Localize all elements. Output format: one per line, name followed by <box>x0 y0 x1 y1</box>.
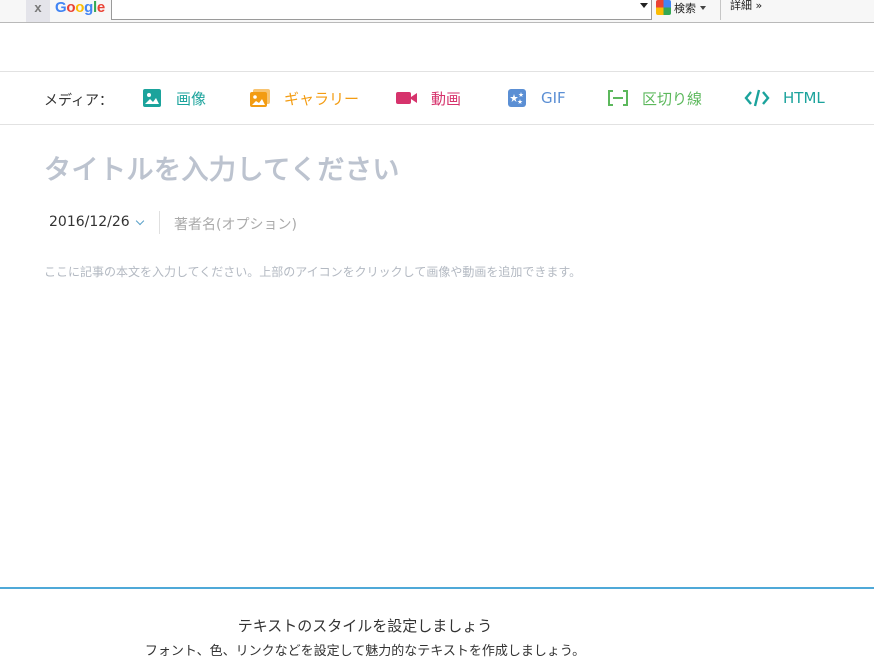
media-image-button[interactable]: 画像 <box>141 87 206 109</box>
media-label: メディア： <box>44 93 114 109</box>
google-search-icon <box>656 0 671 15</box>
top-bar <box>0 23 874 72</box>
close-toolbar-button[interactable]: x <box>26 0 50 22</box>
media-video-button[interactable]: 動画 <box>396 87 461 109</box>
toolbar-divider <box>720 0 721 20</box>
title-input[interactable]: タイトルを入力してください <box>44 148 844 187</box>
logo-letter: o <box>66 0 76 16</box>
logo-letter: g <box>84 0 93 16</box>
media-html-label: HTML <box>783 89 825 107</box>
google-search-input[interactable] <box>112 2 632 20</box>
gif-icon <box>506 87 528 109</box>
logo-letter: e <box>96 0 105 16</box>
media-html-button[interactable]: HTML <box>744 87 825 109</box>
media-video-label: 動画 <box>431 89 462 108</box>
chevron-down-icon[interactable] <box>700 6 706 10</box>
gallery-icon <box>249 87 271 109</box>
media-image-label: 画像 <box>176 89 207 108</box>
detail-button[interactable]: 詳細 » <box>730 0 762 12</box>
logo-letter: o <box>75 0 85 16</box>
chevron-down-icon <box>135 216 144 225</box>
divider-icon <box>607 87 629 109</box>
html-code-icon <box>744 87 770 109</box>
close-icon: x <box>34 0 42 15</box>
body-editor[interactable]: ここに記事の本文を入力してください。上部のアイコンをクリックして画像や動画を追加… <box>44 263 581 280</box>
search-button-label: 検索 <box>674 2 696 15</box>
footer-divider <box>0 587 874 589</box>
logo-letter: G <box>55 0 67 16</box>
search-history-dropdown-icon[interactable] <box>640 3 648 8</box>
footer-title: テキストのスタイルを設定しましょう <box>237 617 493 635</box>
author-input[interactable]: 著者名(オプション) <box>174 214 297 234</box>
media-gif-button[interactable]: GIF <box>506 87 566 109</box>
media-divider-button[interactable]: 区切り線 <box>607 87 702 109</box>
media-gallery-label: ギャラリー <box>284 89 360 108</box>
image-icon <box>141 87 163 109</box>
date-value: 2016/12/26 <box>49 214 130 230</box>
detail-label: 詳細 » <box>730 0 763 12</box>
video-icon <box>396 87 418 109</box>
media-divider-label: 区切り線 <box>642 89 703 108</box>
date-picker[interactable]: 2016/12/26 <box>49 214 144 230</box>
media-gallery-button[interactable]: ギャラリー <box>249 87 359 109</box>
google-logo: Google <box>55 0 105 18</box>
media-toolbar: メディア： 画像 ギャラリー 動画 GIF 区切り線 HTML <box>0 73 874 125</box>
media-gif-label: GIF <box>541 89 566 107</box>
footer-subtitle: フォント、色、リンクなどを設定して魅力的なテキストを作成しましょう。 <box>144 644 586 659</box>
meta-divider <box>159 211 160 234</box>
google-search-button[interactable]: 検索 <box>656 0 706 16</box>
google-toolbar: x Google 検索 詳細 » <box>0 0 874 23</box>
google-search-box[interactable] <box>111 0 652 20</box>
